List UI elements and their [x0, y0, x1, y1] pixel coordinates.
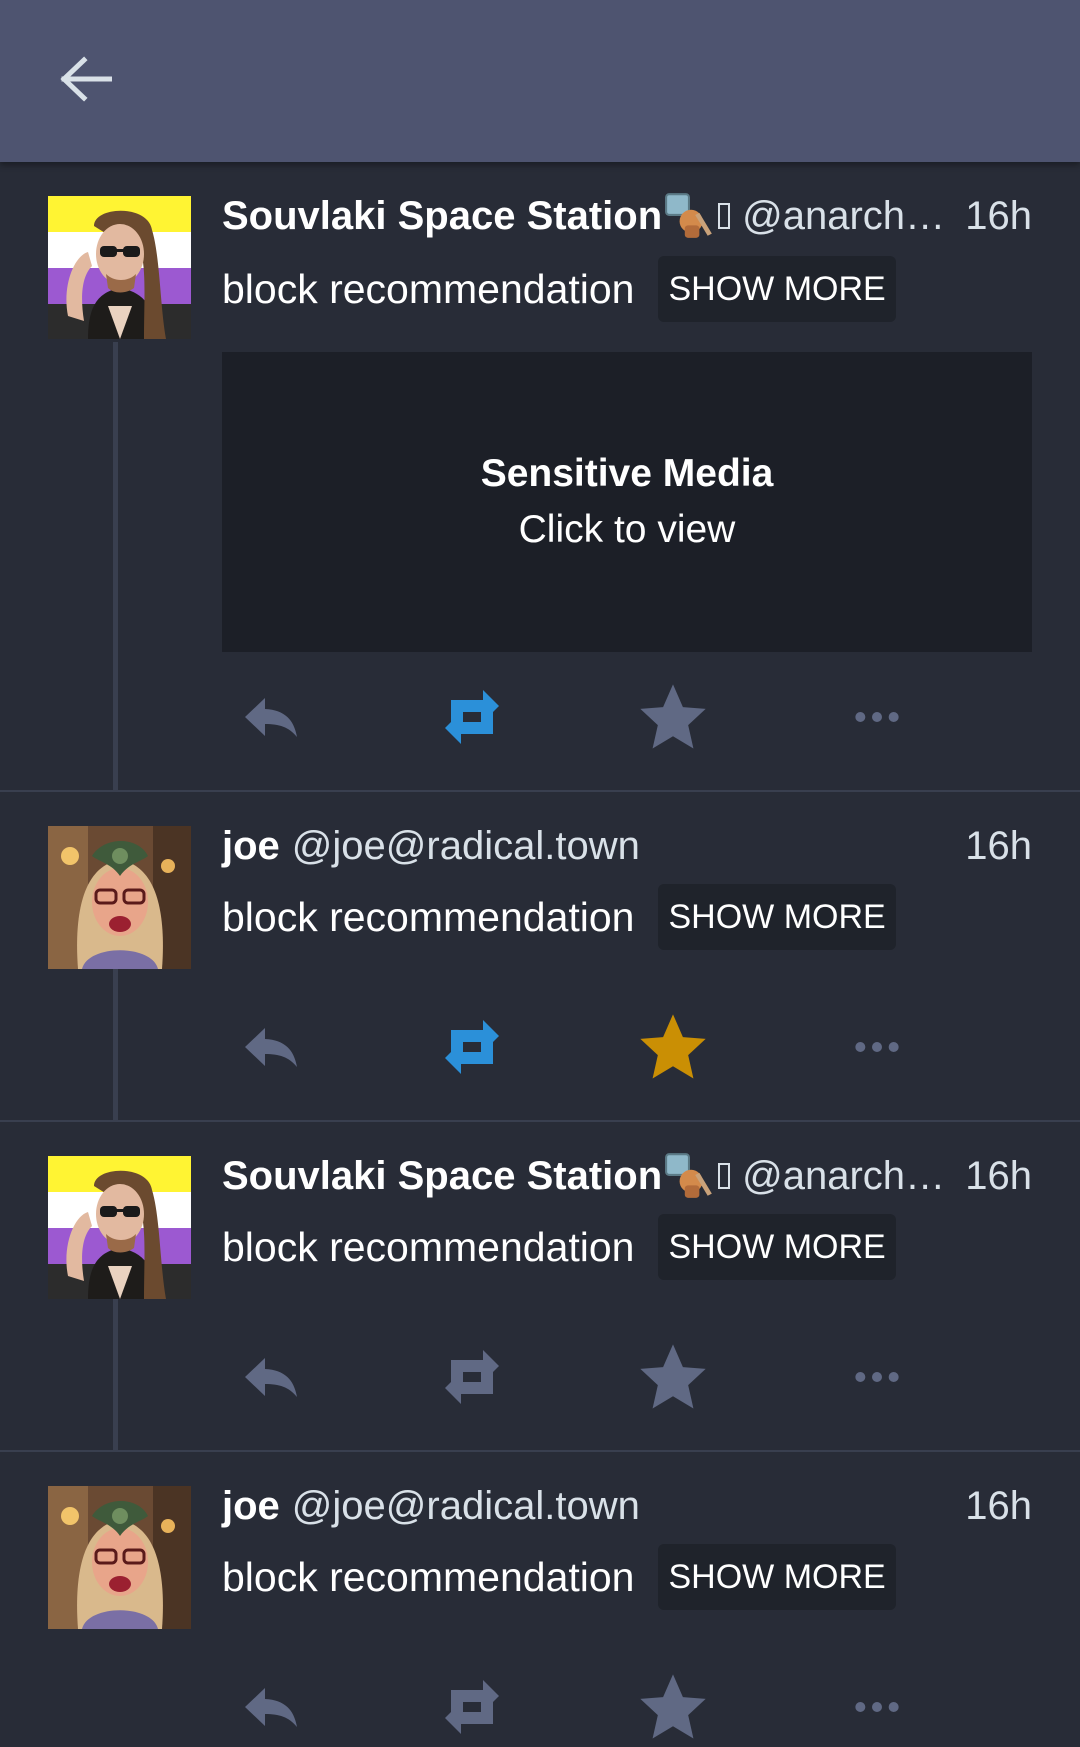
sensitive-media-title: Sensitive Media — [480, 452, 774, 495]
avatar[interactable] — [48, 826, 191, 969]
display-name[interactable]: Souvlaki Space Station — [222, 194, 662, 239]
account-handle[interactable]: @joe@radical.town — [292, 824, 947, 869]
custom-emoji-icon — [664, 1152, 731, 1200]
ellipsis-icon — [852, 1698, 902, 1716]
sensitive-media-subtitle: Click to view — [518, 508, 736, 551]
favourite-button[interactable] — [628, 677, 718, 757]
status-action-bar — [0, 1667, 1080, 1747]
reply-icon — [241, 692, 301, 742]
avatar[interactable] — [48, 196, 191, 339]
reply-icon — [241, 1022, 301, 1072]
content-warning-text: block recommendation — [222, 265, 635, 312]
reply-icon — [241, 1682, 301, 1732]
status-item[interactable]: joe @joe@radical.town 16h block recommen… — [0, 1452, 1080, 1712]
avatar[interactable] — [48, 1156, 191, 1299]
boost-button[interactable] — [427, 1007, 517, 1087]
reply-icon — [241, 1352, 301, 1402]
timestamp[interactable]: 16h — [965, 194, 1032, 239]
top-app-bar — [0, 0, 1080, 162]
back-button[interactable] — [46, 42, 126, 116]
boost-button[interactable] — [427, 677, 517, 757]
show-more-button[interactable]: SHOW MORE — [658, 256, 896, 322]
reply-button[interactable] — [226, 1007, 316, 1087]
favourite-button[interactable] — [628, 1667, 718, 1747]
boost-icon — [439, 682, 505, 752]
status-action-bar — [0, 1007, 1080, 1087]
custom-emoji-icon — [664, 192, 731, 240]
show-more-button[interactable]: SHOW MORE — [658, 1214, 896, 1280]
display-name[interactable]: joe — [222, 824, 280, 869]
more-options-button[interactable] — [832, 1667, 922, 1747]
content-warning-text: block recommendation — [222, 893, 635, 940]
status-item[interactable]: joe @joe@radical.town 16h block recommen… — [0, 792, 1080, 1122]
content-warning-text: block recommendation — [222, 1553, 635, 1600]
display-name[interactable]: joe — [222, 1484, 280, 1529]
ellipsis-icon — [852, 708, 902, 726]
ellipsis-icon — [852, 1368, 902, 1386]
star-icon — [638, 1342, 708, 1412]
more-options-button[interactable] — [832, 1007, 922, 1087]
status-action-bar — [0, 1337, 1080, 1417]
show-more-button[interactable]: SHOW MORE — [658, 884, 896, 950]
display-name[interactable]: Souvlaki Space Station — [222, 1154, 662, 1199]
account-handle[interactable]: @anarchi… — [742, 1154, 947, 1199]
star-icon — [638, 1012, 708, 1082]
show-more-button[interactable]: SHOW MORE — [658, 1544, 896, 1610]
sensitive-media-overlay[interactable]: Sensitive Media Click to view — [222, 352, 1032, 652]
boost-button[interactable] — [427, 1667, 517, 1747]
account-handle[interactable]: @joe@radical.town — [292, 1484, 947, 1529]
status-item[interactable]: Souvlaki Space Station @anarchi… 16h blo… — [0, 1122, 1080, 1452]
star-icon — [638, 682, 708, 752]
more-options-button[interactable] — [832, 1337, 922, 1417]
status-item[interactable]: Souvlaki Space Station @anarchi… 16h blo… — [0, 162, 1080, 792]
boost-icon — [439, 1342, 505, 1412]
timestamp[interactable]: 16h — [965, 824, 1032, 869]
boost-icon — [439, 1012, 505, 1082]
arrow-left-icon — [60, 56, 112, 102]
ellipsis-icon — [852, 1038, 902, 1056]
star-icon — [638, 1672, 708, 1742]
status-action-bar — [0, 677, 1080, 757]
favourite-button[interactable] — [628, 1007, 718, 1087]
more-options-button[interactable] — [832, 677, 922, 757]
reply-button[interactable] — [226, 1337, 316, 1417]
boost-button[interactable] — [427, 1337, 517, 1417]
avatar[interactable] — [48, 1486, 191, 1629]
timestamp[interactable]: 16h — [965, 1154, 1032, 1199]
timestamp[interactable]: 16h — [965, 1484, 1032, 1529]
favourite-button[interactable] — [628, 1337, 718, 1417]
reply-button[interactable] — [226, 677, 316, 757]
account-handle[interactable]: @anarchi… — [742, 194, 947, 239]
reply-button[interactable] — [226, 1667, 316, 1747]
content-warning-text: block recommendation — [222, 1223, 635, 1270]
boost-icon — [439, 1672, 505, 1742]
